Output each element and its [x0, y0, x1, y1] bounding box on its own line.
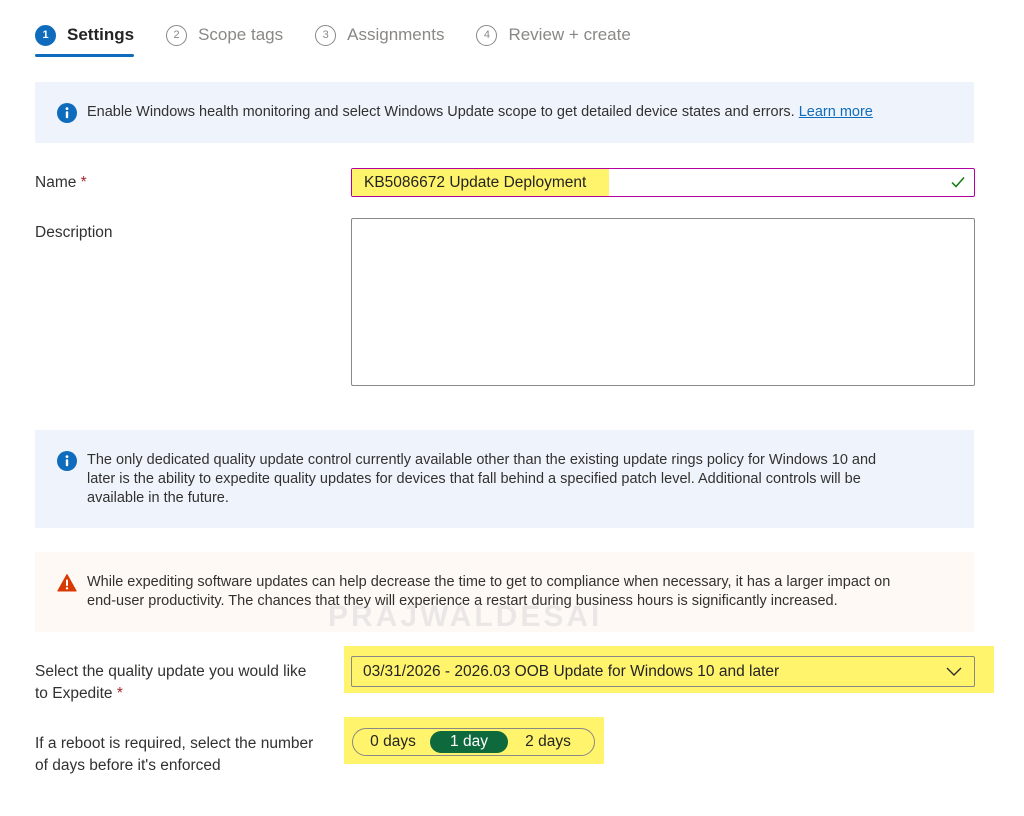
name-input[interactable]: KB5086672 Update Deployment	[351, 168, 975, 197]
step-scope-tags[interactable]: 2 Scope tags	[166, 20, 283, 50]
name-input-value: KB5086672 Update Deployment	[352, 169, 609, 196]
name-label: Name *	[35, 172, 87, 194]
expedite-warning-banner: While expediting software updates can he…	[35, 552, 974, 632]
learn-more-link[interactable]: Learn more	[799, 104, 873, 120]
banner-text: Enable Windows health monitoring and sel…	[87, 103, 873, 122]
description-textarea[interactable]	[351, 218, 975, 386]
required-asterisk: *	[80, 174, 87, 191]
quality-update-info-banner: The only dedicated quality update contro…	[35, 430, 974, 528]
banner-message: Enable Windows health monitoring and sel…	[87, 104, 799, 120]
step-settings[interactable]: 1 Settings	[35, 20, 135, 57]
step-number: 3	[315, 24, 337, 46]
reboot-days-selector: 0 days 1 day 2 days	[352, 728, 595, 756]
banner-text: The only dedicated quality update contro…	[87, 451, 876, 508]
label-line: to Expedite *	[35, 683, 306, 705]
banner-line: The only dedicated quality update contro…	[87, 452, 877, 468]
label-line: of days before it's enforced	[35, 757, 221, 774]
banner-text: While expediting software updates can he…	[87, 573, 890, 611]
banner-line: end-user productivity. The chances that …	[87, 593, 838, 609]
step-label: Scope tags	[198, 25, 284, 44]
reboot-option-1-day[interactable]: 1 day	[430, 731, 508, 753]
step-number: 1	[35, 24, 56, 46]
reboot-option-0-days[interactable]: 0 days	[356, 731, 430, 753]
health-monitoring-banner: Enable Windows health monitoring and sel…	[35, 82, 974, 143]
reboot-days-label: If a reboot is required, select the numb…	[35, 733, 313, 777]
banner-line: While expediting software updates can he…	[87, 574, 891, 590]
description-label: Description	[35, 224, 113, 241]
wizard-steps: 1 Settings 2 Scope tags 3 Assignments 4 …	[35, 20, 663, 58]
required-asterisk: *	[116, 685, 123, 702]
dropdown-selected-value: 03/31/2026 - 2026.03 OOB Update for Wind…	[363, 663, 780, 680]
step-review-create[interactable]: 4 Review + create	[476, 20, 631, 50]
reboot-option-2-days[interactable]: 2 days	[508, 731, 588, 753]
warning-icon	[57, 574, 77, 592]
info-icon	[57, 451, 77, 471]
quality-update-label: Select the quality update you would like…	[35, 661, 306, 705]
step-number: 2	[166, 24, 188, 46]
label-line: If a reboot is required, select the numb…	[35, 735, 314, 752]
step-number: 4	[476, 24, 498, 46]
step-label: Settings	[67, 25, 135, 44]
banner-line: available in the future.	[87, 490, 229, 506]
chevron-down-icon	[946, 667, 962, 676]
step-label: Assignments	[347, 25, 445, 44]
name-label-text: Name	[35, 174, 77, 191]
quality-update-dropdown[interactable]: 03/31/2026 - 2026.03 OOB Update for Wind…	[351, 656, 975, 687]
banner-line: later is the ability to expedite quality…	[87, 471, 861, 487]
label-text: to Expedite	[35, 685, 113, 702]
info-icon	[57, 103, 77, 123]
label-line: Select the quality update you would like	[35, 663, 307, 680]
step-assignments[interactable]: 3 Assignments	[315, 20, 444, 50]
step-label: Review + create	[508, 25, 631, 44]
check-icon	[951, 177, 965, 188]
